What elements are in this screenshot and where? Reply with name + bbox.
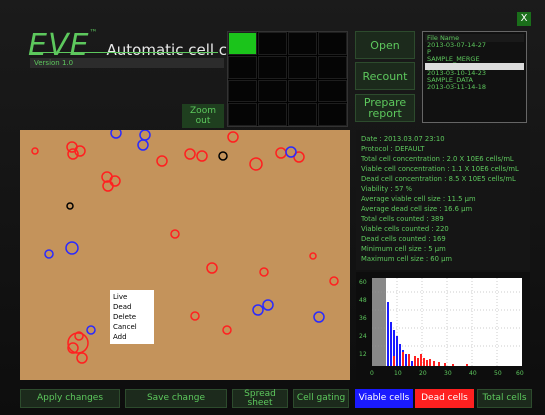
- stat-total-counted: Total cells counted : 389: [361, 215, 444, 223]
- grid-cell[interactable]: [228, 55, 257, 79]
- grid-cell[interactable]: [288, 79, 317, 103]
- y-tick: 12: [359, 351, 367, 358]
- grid-cell[interactable]: [258, 79, 287, 103]
- viable-cells-button[interactable]: Viable cells: [355, 389, 413, 408]
- logo-trademark: ™: [89, 28, 98, 37]
- title-underline: [30, 52, 218, 53]
- x-tick: 50: [494, 370, 502, 377]
- stat-dead-concentration: Dead cell concentration : 8.5 X 10E5 cel…: [361, 175, 516, 183]
- statistics-panel: Date : 2013.03.07 23:10 Protocol : DEFAU…: [356, 130, 530, 270]
- app-window: X EVE™ Automatic cell counter Version 1.…: [0, 0, 545, 415]
- stat-viable-counted: Viable cells counted : 220: [361, 225, 449, 233]
- context-menu: Live Dead Delete Cancel Add: [110, 290, 154, 344]
- file-item[interactable]: 2013-03-11-14-18: [425, 84, 524, 91]
- prepare-report-button[interactable]: Prepare report: [355, 94, 415, 122]
- grid-cell[interactable]: [318, 32, 347, 55]
- x-tick: 30: [444, 370, 452, 377]
- file-list[interactable]: File Name 2013-03-07-14-27 P SAMPLE_MERG…: [422, 31, 527, 123]
- version-label: Version 1.0: [30, 58, 224, 68]
- grid-cell[interactable]: [258, 103, 287, 126]
- stat-max-size: Maximum cell size : 60 µm: [361, 255, 453, 263]
- save-change-button[interactable]: Save change: [125, 389, 227, 408]
- menu-item-dead[interactable]: Dead: [113, 302, 151, 312]
- stat-viable-concentration: Viable cell concentration : 1.1 X 10E6 c…: [361, 165, 519, 173]
- grid-cell[interactable]: [318, 103, 347, 126]
- stat-min-size: Minimum cell size : 5 µm: [361, 245, 446, 253]
- menu-item-live[interactable]: Live: [113, 292, 151, 302]
- grid-cell[interactable]: [288, 32, 317, 55]
- x-tick: 10: [394, 370, 402, 377]
- histogram-svg: 60 48 36 24 12 0 10 20 30 40 50 60: [359, 278, 524, 377]
- stat-avg-dead-size: Average dead cell size : 16.6 µm: [361, 205, 473, 213]
- close-button[interactable]: X: [517, 12, 531, 26]
- recount-button[interactable]: Recount: [355, 62, 415, 90]
- grid-cell[interactable]: [288, 55, 317, 79]
- cell-markers: [31, 130, 339, 364]
- grid-cell[interactable]: [258, 55, 287, 79]
- cell-gating-button[interactable]: Cell gating: [293, 389, 349, 408]
- stat-date: Date : 2013.03.07 23:10: [361, 135, 445, 143]
- x-tick: 40: [469, 370, 477, 377]
- y-tick: 60: [359, 279, 367, 286]
- field-navigator-grid[interactable]: [227, 31, 348, 127]
- x-tick: 0: [370, 370, 374, 377]
- x-tick: 60: [516, 370, 524, 377]
- spread-sheet-button[interactable]: Spread sheet: [232, 389, 288, 408]
- cell-image-view[interactable]: Live Dead Delete Cancel Add: [20, 130, 350, 380]
- zoom-out-button[interactable]: Zoom out: [182, 104, 224, 128]
- grid-cell[interactable]: [288, 103, 317, 126]
- stat-protocol: Protocol : DEFAULT: [361, 145, 425, 153]
- open-button[interactable]: Open: [355, 31, 415, 59]
- file-item[interactable]: 2013-03-07-14-27: [425, 42, 524, 49]
- gating-region: [372, 278, 386, 366]
- grid-cell[interactable]: [258, 32, 287, 55]
- apply-changes-button[interactable]: Apply changes: [20, 389, 120, 408]
- grid-cell[interactable]: [228, 32, 257, 55]
- y-tick: 48: [359, 297, 367, 304]
- dead-cells-button[interactable]: Dead cells: [415, 389, 474, 408]
- menu-item-cancel[interactable]: Cancel: [113, 322, 151, 332]
- size-histogram[interactable]: 60 48 36 24 12 0 10 20 30 40 50 60: [356, 272, 530, 380]
- total-cells-button[interactable]: Total cells: [477, 389, 532, 408]
- stat-total-concentration: Total cell concentration : 2.0 X 10E6 ce…: [361, 155, 514, 163]
- grid-cell[interactable]: [228, 103, 257, 126]
- x-tick: 20: [419, 370, 427, 377]
- stat-dead-counted: Dead cells counted : 169: [361, 235, 446, 243]
- stat-avg-viable-size: Average viable cell size : 11.5 µm: [361, 195, 476, 203]
- grid-cell[interactable]: [228, 79, 257, 103]
- y-tick: 24: [359, 333, 367, 340]
- menu-item-add[interactable]: Add: [113, 332, 151, 342]
- menu-item-delete[interactable]: Delete: [113, 312, 151, 322]
- grid-cell[interactable]: [318, 55, 347, 79]
- stat-viability: Viability : 57 %: [361, 185, 413, 193]
- y-tick: 36: [359, 315, 367, 322]
- grid-cell[interactable]: [318, 79, 347, 103]
